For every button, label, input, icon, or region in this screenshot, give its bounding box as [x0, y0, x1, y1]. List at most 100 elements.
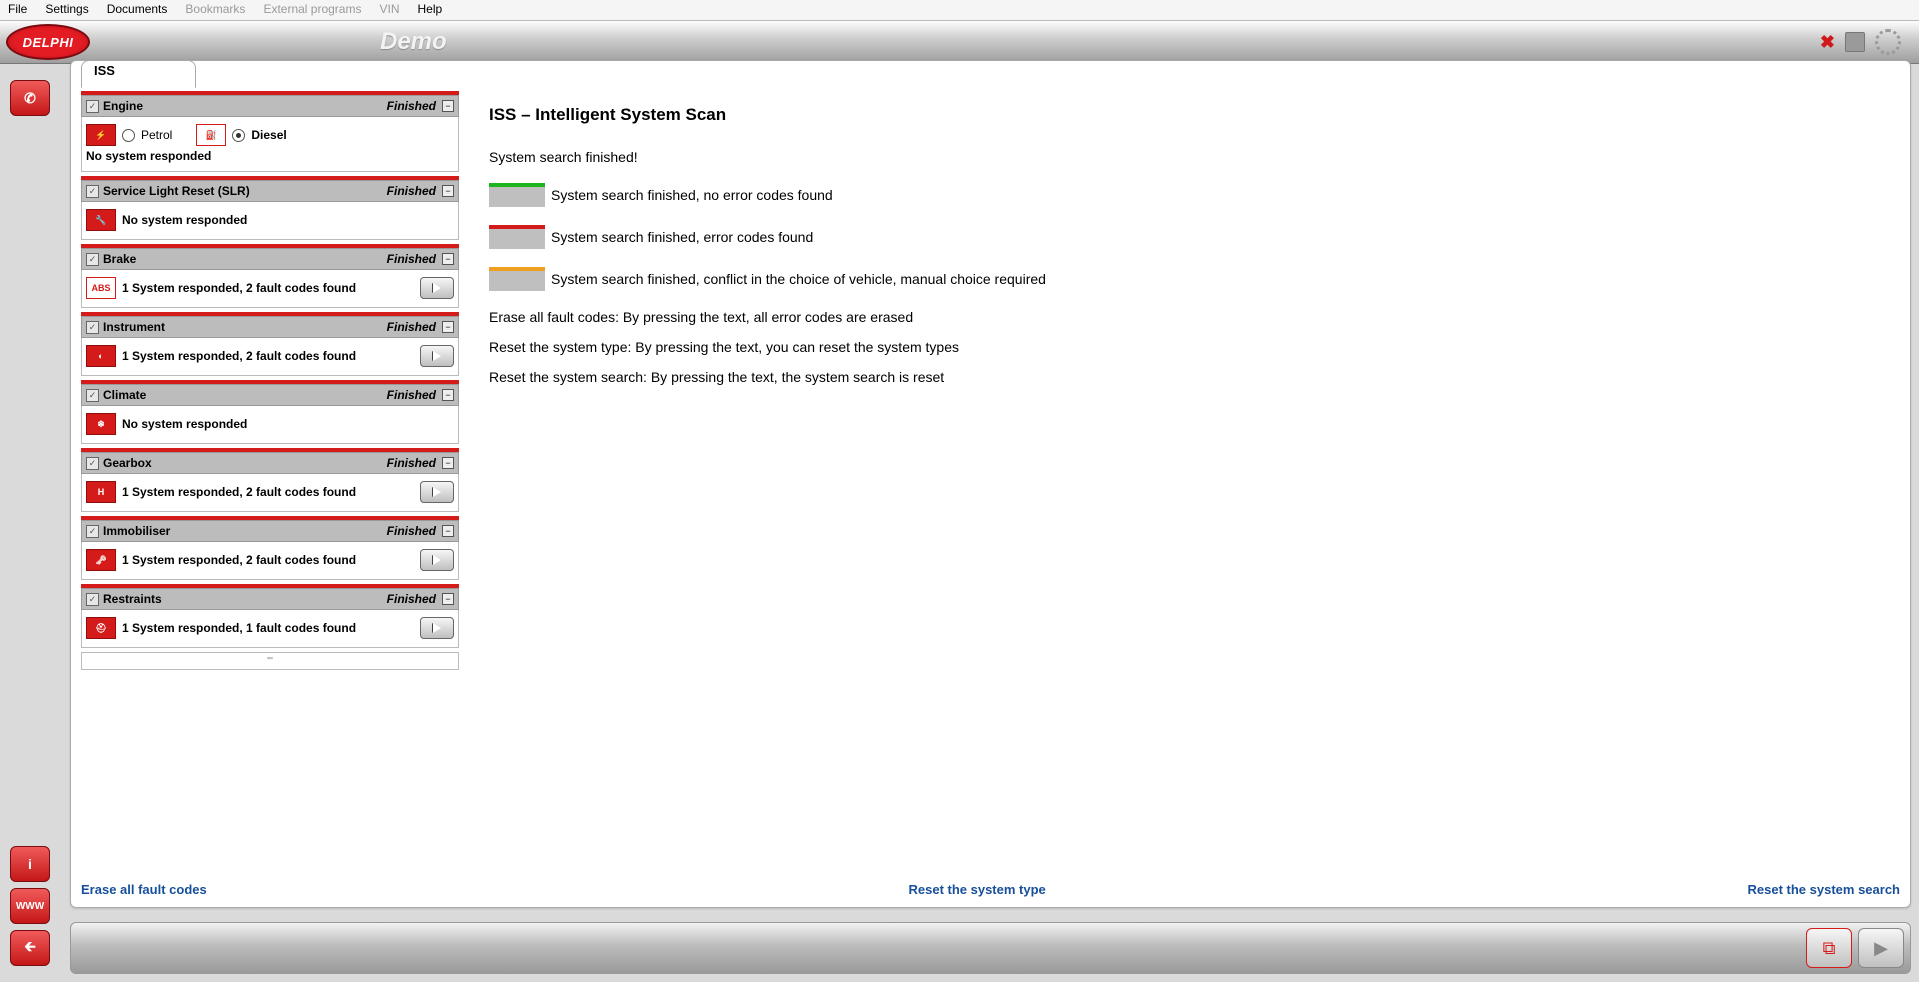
main-panel: ISS ✓ Engine Finished − ⚡	[70, 60, 1911, 908]
info-reset-type: Reset the system type: By pressing the t…	[489, 339, 1890, 355]
checkbox-icon[interactable]: ✓	[86, 457, 99, 470]
brake-msg: 1 System responded, 2 fault codes found	[122, 281, 356, 295]
engine-msg: No system responded	[86, 149, 211, 163]
legend-text: System search finished, conflict in the …	[551, 271, 1046, 287]
scan-list[interactable]: ✓ Engine Finished − ⚡ Petrol ⛽ Diesel	[71, 87, 469, 907]
checkbox-icon[interactable]: ✓	[86, 593, 99, 606]
collapse-icon[interactable]: −	[442, 457, 454, 469]
group-header[interactable]: ✓ Gearbox Finished −	[81, 452, 459, 474]
abs-icon: ABS	[86, 277, 116, 299]
airbag-icon: ⛑	[86, 617, 116, 639]
group-header[interactable]: ✓ Climate Finished −	[81, 384, 459, 406]
collapse-icon[interactable]: −	[442, 100, 454, 112]
group-slr: ✓ Service Light Reset (SLR) Finished − 🔧…	[81, 176, 459, 240]
proceed-button[interactable]	[420, 345, 454, 367]
play-button[interactable]: ▶	[1858, 928, 1904, 968]
menu-documents[interactable]: Documents	[107, 2, 168, 18]
legend-swatch-green-icon	[489, 183, 545, 207]
calendar-icon[interactable]	[1845, 32, 1865, 52]
group-engine: ✓ Engine Finished − ⚡ Petrol ⛽ Diesel	[81, 91, 459, 172]
proceed-button[interactable]	[420, 549, 454, 571]
gearshift-icon: H	[86, 481, 116, 503]
menu-vin[interactable]: VIN	[379, 2, 399, 18]
info-finished: System search finished!	[489, 149, 1890, 165]
engine-diesel-icon: ⛽	[196, 124, 226, 146]
climate-msg: No system responded	[122, 417, 247, 431]
group-header[interactable]: ✓ Brake Finished −	[81, 248, 459, 270]
left-rail: ✆ i WWW 🡰	[10, 80, 52, 972]
group-status: Finished	[387, 388, 436, 402]
menu-settings[interactable]: Settings	[45, 2, 88, 18]
info-erase: Erase all fault codes: By pressing the t…	[489, 309, 1890, 325]
radio-petrol[interactable]	[122, 129, 135, 142]
menu-bookmarks[interactable]: Bookmarks	[185, 2, 245, 18]
link-erase-faults[interactable]: Erase all fault codes	[81, 882, 207, 897]
group-status: Finished	[387, 456, 436, 470]
fuel-petrol-label: Petrol	[141, 128, 172, 142]
gauge-icon: ◐	[86, 345, 116, 367]
rail-phone-button[interactable]: ✆	[10, 80, 50, 116]
link-reset-type[interactable]: Reset the system type	[908, 882, 1045, 897]
group-header[interactable]: ✓ Instrument Finished −	[81, 316, 459, 338]
immobiliser-msg: 1 System responded, 2 fault codes found	[122, 553, 356, 567]
info-pane: ISS – Intelligent System Scan System sea…	[469, 87, 1910, 907]
wrench-icon: 🔧	[86, 209, 116, 231]
checkbox-icon[interactable]: ✓	[86, 389, 99, 402]
menu-bar: File Settings Documents Bookmarks Extern…	[0, 0, 1919, 21]
collapse-icon[interactable]: −	[442, 593, 454, 605]
proceed-button[interactable]	[420, 481, 454, 503]
gearbox-msg: 1 System responded, 2 fault codes found	[122, 485, 356, 499]
group-title: Immobiliser	[103, 524, 387, 538]
group-climate: ✓ Climate Finished − ❄ No system respond…	[81, 380, 459, 444]
close-icon[interactable]: ✖	[1820, 32, 1835, 53]
slr-msg: No system responded	[122, 213, 247, 227]
group-title: Restraints	[103, 592, 387, 606]
collapse-icon[interactable]: −	[442, 525, 454, 537]
group-title: Gearbox	[103, 456, 387, 470]
instrument-msg: 1 System responded, 2 fault codes found	[122, 349, 356, 363]
checkbox-icon[interactable]: ✓	[86, 253, 99, 266]
collapse-icon[interactable]: −	[442, 389, 454, 401]
link-reset-search[interactable]: Reset the system search	[1748, 882, 1900, 897]
key-icon: 🗝	[86, 549, 116, 571]
fuel-diesel-label: Diesel	[251, 128, 286, 142]
group-status: Finished	[387, 252, 436, 266]
horizontal-scrollbar[interactable]: '''	[81, 652, 459, 670]
checkbox-icon[interactable]: ✓	[86, 321, 99, 334]
info-heading: ISS – Intelligent System Scan	[489, 105, 1890, 125]
legend-text: System search finished, error codes foun…	[551, 229, 813, 245]
rail-www-button[interactable]: WWW	[10, 888, 50, 924]
footer-links: Erase all fault codes Reset the system t…	[81, 882, 1900, 897]
group-header[interactable]: ✓ Engine Finished −	[81, 95, 459, 117]
group-restraints: ✓ Restraints Finished − ⛑ 1 System respo…	[81, 584, 459, 648]
group-header[interactable]: ✓ Immobiliser Finished −	[81, 520, 459, 542]
collapse-icon[interactable]: −	[442, 253, 454, 265]
collapse-icon[interactable]: −	[442, 185, 454, 197]
group-gearbox: ✓ Gearbox Finished − H 1 System responde…	[81, 448, 459, 512]
group-status: Finished	[387, 99, 436, 113]
group-header[interactable]: ✓ Restraints Finished −	[81, 588, 459, 610]
group-header[interactable]: ✓ Service Light Reset (SLR) Finished −	[81, 180, 459, 202]
group-status: Finished	[387, 524, 436, 538]
restraints-msg: 1 System responded, 1 fault codes found	[122, 621, 356, 635]
legend-row-orange: System search finished, conflict in the …	[489, 267, 1890, 291]
checkbox-icon[interactable]: ✓	[86, 525, 99, 538]
legend-swatch-orange-icon	[489, 267, 545, 291]
group-title: Engine	[103, 99, 387, 113]
checkbox-icon[interactable]: ✓	[86, 185, 99, 198]
menu-file[interactable]: File	[8, 2, 27, 18]
menu-external[interactable]: External programs	[263, 2, 361, 18]
collapse-icon[interactable]: −	[442, 321, 454, 333]
radio-diesel[interactable]	[232, 129, 245, 142]
rail-back-button[interactable]: 🡰	[10, 930, 50, 966]
checkbox-icon[interactable]: ✓	[86, 100, 99, 113]
menu-help[interactable]: Help	[418, 2, 443, 18]
proceed-button[interactable]	[420, 277, 454, 299]
rail-info-button[interactable]: i	[10, 846, 50, 882]
group-immobiliser: ✓ Immobiliser Finished − 🗝 1 System resp…	[81, 516, 459, 580]
app-toolbar: DELPHI Demo ✖	[0, 21, 1919, 64]
group-title: Brake	[103, 252, 387, 266]
mode-label: Demo	[380, 28, 447, 56]
proceed-button[interactable]	[420, 617, 454, 639]
hierarchy-button[interactable]: ⧉	[1806, 928, 1852, 968]
